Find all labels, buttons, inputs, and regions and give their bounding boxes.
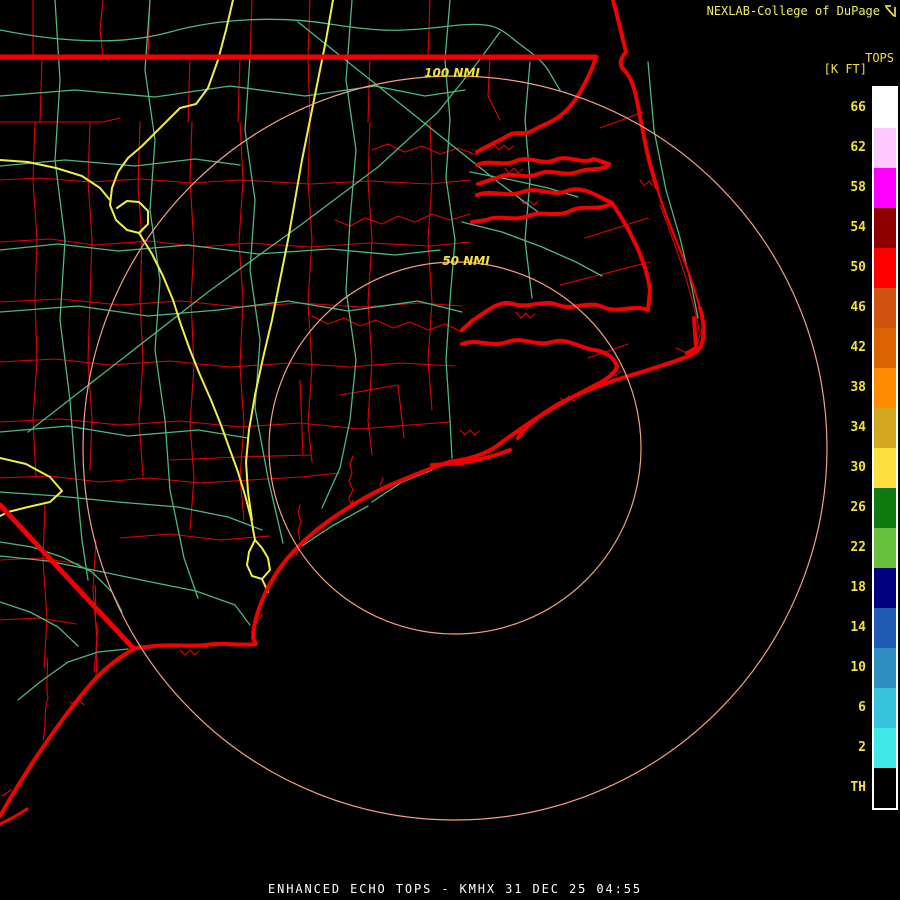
colorbar-label: 66: [818, 88, 866, 128]
neuse-river-north-shore: [462, 303, 648, 330]
colorbar-segment: [874, 168, 896, 208]
colorbar-segment: [874, 488, 896, 528]
state-border-nc-sc: [0, 505, 133, 648]
colorbar-label: 30: [818, 448, 866, 488]
colorbar-segment: [874, 648, 896, 688]
albemarle-shore: [477, 158, 609, 184]
range-ring-100nmi: [83, 76, 827, 820]
colorbar-segment: [874, 368, 896, 408]
colorbar-segment: [874, 528, 896, 568]
colorbar-segment: [874, 248, 896, 288]
pamlico-river-north-shore: [477, 189, 612, 203]
colorbar-label: 6: [818, 688, 866, 728]
range-ring-label-100nmi: 100 NMI: [406, 66, 498, 80]
colorbar-segment: [874, 448, 896, 488]
colorbar-segment: [874, 328, 896, 368]
colorbar-labels: 66 62 58 54 50 46 42 38 34 30 26 22 18 1…: [818, 88, 866, 808]
colorbar-segment: [874, 88, 896, 128]
colorbar-label: 18: [818, 568, 866, 608]
product-caption: ENHANCED ECHO TOPS - KMHX 31 DEC 25 04:5…: [268, 882, 642, 896]
colorbar-label: 46: [818, 288, 866, 328]
cape-lookout: [687, 318, 696, 353]
colorbar-label: 2: [818, 728, 866, 768]
colorbar-label: 58: [818, 168, 866, 208]
river-and-marsh-lines: [2, 144, 704, 796]
header-credit: NEXLAB-College of DuPage: [707, 4, 897, 18]
colorbar-segment: [874, 608, 896, 648]
colorbar-segment: [874, 768, 896, 808]
cod-logo-icon: [884, 4, 897, 18]
colorbar-label: 22: [818, 528, 866, 568]
colorbar-segment: [874, 728, 896, 768]
colorbar-segment: [874, 288, 896, 328]
base-map: [0, 0, 900, 900]
southwest-coast: [0, 461, 452, 816]
pamlico-river-south-shore: [472, 203, 612, 222]
colorbar: [872, 86, 898, 810]
colorbar-label: 34: [818, 408, 866, 448]
range-ring-50nmi: [269, 262, 641, 634]
range-rings: [83, 76, 827, 820]
colorbar-label: 14: [818, 608, 866, 648]
colorbar-label: TH: [818, 768, 866, 808]
colorbar-segment: [874, 408, 896, 448]
range-ring-label-50nmi: 50 NMI: [420, 254, 512, 268]
interstate-road-lines: [0, 0, 333, 592]
core-sound-shore: [455, 340, 617, 461]
colorbar-label: 50: [818, 248, 866, 288]
colorbar-label: 26: [818, 488, 866, 528]
legend-units: [K FT]: [824, 62, 867, 76]
colorbar-segment: [874, 688, 896, 728]
colorbar-label: 38: [818, 368, 866, 408]
outer-banks-mid: [657, 188, 700, 308]
colorbar-segment: [874, 208, 896, 248]
colorbar-label: 42: [818, 328, 866, 368]
colorbar-segment: [874, 128, 896, 168]
credit-text: NEXLAB-College of DuPage: [707, 4, 880, 18]
radar-display: NEXLAB-College of DuPage TOPS [K FT] 66 …: [0, 0, 900, 900]
colorbar-label: 10: [818, 648, 866, 688]
colorbar-segment: [874, 568, 896, 608]
colorbar-label: 62: [818, 128, 866, 168]
colorbar-label: 54: [818, 208, 866, 248]
legend-title: TOPS: [865, 51, 894, 65]
